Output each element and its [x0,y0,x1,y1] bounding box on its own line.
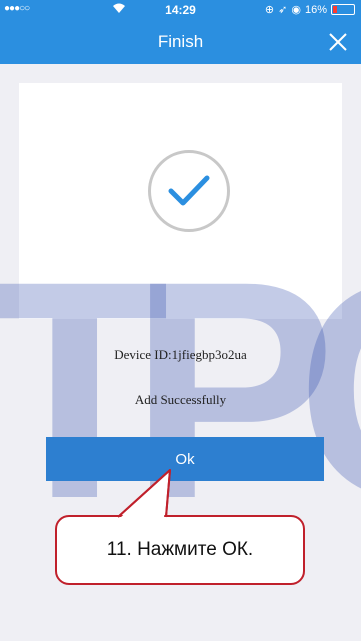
status-bar: ●●●○○ 14:29 ⊕ ➶ ◉ 16% [0,0,361,20]
instruction-text: 11. Нажмите ОК. [106,539,254,560]
result-card [19,83,342,319]
checkmark-icon [148,150,230,232]
status-right: ⊕ ➶ ◉ 16% [265,3,355,16]
ok-button[interactable]: Ok [46,437,324,481]
arrow-icon: ➶ [278,4,288,16]
device-id-text: Device ID:1jfiegbp3o2ua [114,347,247,362]
success-message: Add Successfully [134,392,227,407]
location-icon: ⊕ [264,4,275,16]
page-title: Finish [157,32,204,51]
nav-bar: Finish [0,20,361,64]
close-icon[interactable] [325,29,351,55]
battery-icon [331,4,355,15]
alarm-icon: ◉ [291,4,301,16]
battery-percent: 16% [304,3,327,16]
